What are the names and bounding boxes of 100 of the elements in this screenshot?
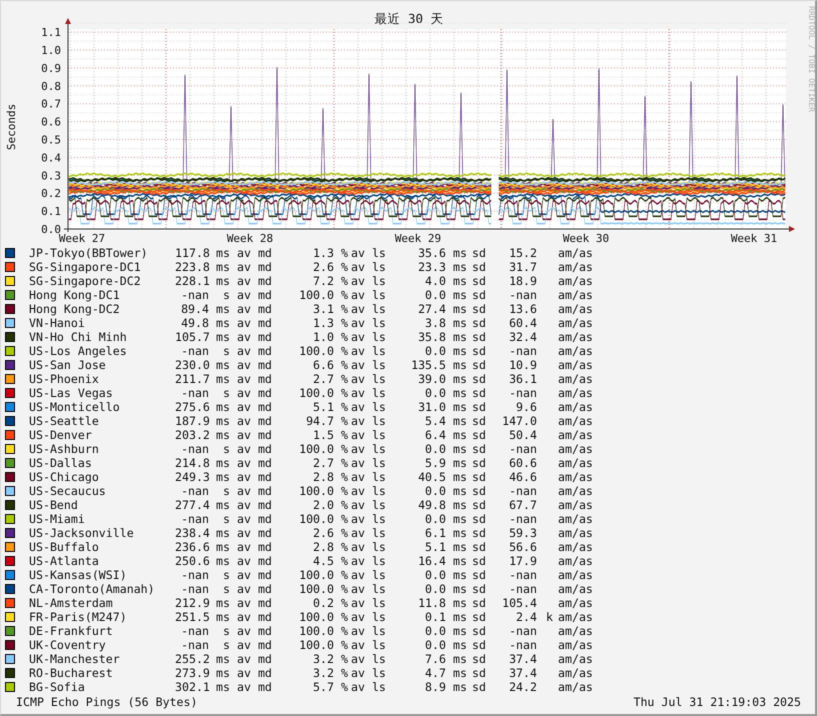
axis-label: 0.2 [41,187,61,200]
median-value: 89.4 [180,302,209,316]
target-name: NL-Amsterdam [28,596,114,610]
stat-label: am/as [558,568,594,582]
unit-label: s [222,442,230,456]
stat-label: av md [236,666,272,680]
unit-label: s [222,484,230,498]
target-name: US-Phoenix [28,372,100,386]
stat-label: am/as [558,288,594,302]
stat-label: av ls [350,330,386,344]
stat-label: sd [471,680,486,694]
axis-label: 0.1 [41,205,61,218]
am-value: 147.0 [501,414,537,428]
unit-label: % [340,526,348,540]
stat-label: sd [471,526,486,540]
unit-label: % [340,540,348,554]
stat-label: av ls [350,680,386,694]
unit-label: ms [215,316,230,330]
stat-label: am/as [558,582,594,596]
stat-label: av ls [350,540,386,554]
stat-label: av ls [350,470,386,484]
unit-label: s [222,512,230,526]
axis-label: Week 27 [58,232,106,245]
stat-label: av ls [350,288,386,302]
am-value: -nan [508,512,537,526]
unit-label: s [222,386,230,400]
unit-label: % [340,288,348,302]
loss-value: 100.0 [298,442,334,456]
stat-label: am/as [558,330,594,344]
unit-label: ms [452,246,467,260]
am-value: -nan [508,638,537,652]
unit-label: ms [452,610,467,624]
unit-label: ms [215,456,230,470]
stat-label: am/as [558,400,594,414]
unit-label: % [340,428,348,442]
median-value: 302.1 [175,680,209,694]
loss-value: 7.2 [312,274,334,288]
median-value: 230.0 [175,358,209,372]
unit-label: ms [452,358,467,372]
median-value: 249.3 [175,470,209,484]
am-value: 56.6 [508,540,537,554]
stat-label: av ls [350,260,386,274]
unit-label: ms [452,652,467,666]
stat-label: am/as [558,680,594,694]
loss-value: 5.1 [312,400,334,414]
stat-label: sd [471,610,486,624]
median-value: 228.1 [175,274,209,288]
target-name: US-San Jose [28,358,107,372]
median-value: -nan [180,512,209,526]
unit-label: ms [215,526,230,540]
unit-label: % [340,568,348,582]
unit-label: % [340,316,348,330]
am-value: -nan [508,484,537,498]
unit-label: ms [452,288,467,302]
stat-label: sd [471,330,486,344]
stat-label: am/as [558,498,594,512]
axis-label: 0.9 [41,62,61,75]
unit-label: ms [215,610,230,624]
sd-value: 6.1 [424,526,446,540]
loss-value: 1.5 [312,428,334,442]
stat-label: av md [236,624,272,638]
loss-value: 100.0 [298,610,334,624]
unit-label: % [340,400,348,414]
target-name: SG-Singapore-DC2 [28,274,142,288]
unit-label: k [545,610,554,624]
stat-label: am/as [558,456,594,470]
axis-label: 0.6 [41,116,61,129]
stat-label: av md [236,456,272,470]
stat-label: av ls [350,456,386,470]
target-name: US-Ashburn [28,442,100,456]
unit-label: % [340,246,348,260]
unit-label: ms [452,316,467,330]
stat-label: av md [236,428,272,442]
unit-label: ms [452,526,467,540]
sd-value: 5.9 [424,456,446,470]
unit-label: ms [452,456,467,470]
sd-value: 0.0 [424,386,446,400]
unit-label: % [340,666,348,680]
unit-label: ms [215,666,230,680]
median-value: 273.9 [175,666,209,680]
loss-value: 100.0 [298,512,334,526]
stat-label: am/as [558,470,594,484]
median-value: -nan [180,582,209,596]
loss-value: 1.3 [312,246,334,260]
sd-value: 0.0 [424,512,446,526]
sd-value: 49.8 [417,498,446,512]
stat-label: av md [236,484,272,498]
sd-value: 11.8 [417,596,446,610]
unit-label: ms [452,624,467,638]
median-value: -nan [180,442,209,456]
sd-value: 5.4 [424,414,446,428]
loss-value: 3.2 [312,652,334,666]
loss-value: 3.2 [312,666,334,680]
stat-label: av ls [350,386,386,400]
stat-label: av md [236,288,272,302]
stat-label: sd [471,512,486,526]
sd-value: 40.5 [417,470,446,484]
target-name: BG-Sofia [28,680,86,694]
median-value: 105.7 [175,330,209,344]
unit-label: % [340,624,348,638]
